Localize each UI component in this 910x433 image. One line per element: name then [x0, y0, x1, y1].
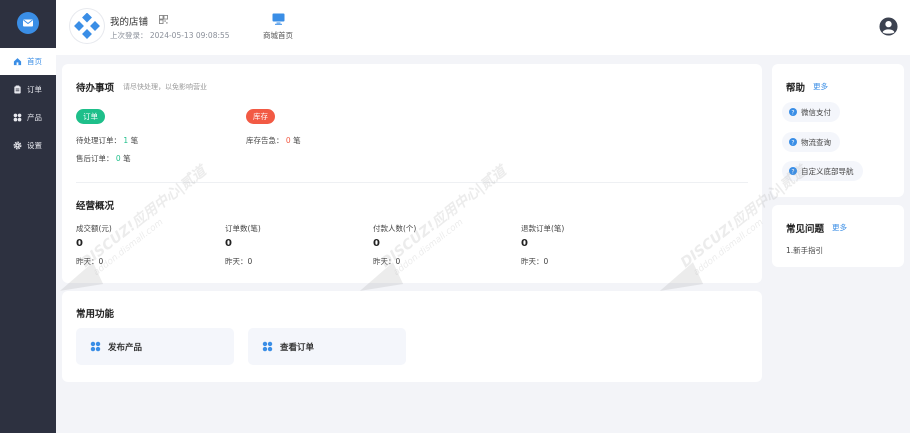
sidebar-item-home[interactable]: 首页 [0, 48, 56, 75]
home-icon [12, 57, 22, 67]
stat-value: 0 [225, 238, 232, 249]
last-login-time: 2024-05-13 09:08:55 [149, 31, 230, 40]
grid-icon [262, 341, 273, 352]
help-item-label: 物流查询 [801, 137, 831, 147]
pending-orders[interactable]: 待处理订单： 1 笔 [76, 135, 138, 146]
qr-code-icon[interactable] [159, 15, 168, 27]
sidebar-item-label: 订单 [27, 85, 42, 94]
help-title: 帮助 [786, 83, 806, 94]
todo-title: 待办事项 [76, 83, 115, 94]
sidebar-item-label: 首页 [27, 57, 42, 66]
sidebar-item-products[interactable]: 产品 [0, 104, 56, 131]
stat-value: 0 [521, 238, 528, 249]
functions-title: 常用功能 [76, 309, 115, 320]
app-logo[interactable] [17, 12, 39, 34]
stat-yesterday-label: 昨天： [521, 257, 544, 266]
view-orders-button[interactable]: 查看订单 [248, 328, 406, 365]
common-functions-card: 常用功能 发布产品 查看订单 [62, 291, 762, 382]
help-item[interactable]: ? 微信支付 [782, 102, 840, 122]
sidebar-item-label: 设置 [27, 141, 42, 150]
stat-yesterday: 昨天：0 [76, 256, 103, 267]
stat-yesterday: 昨天：0 [373, 256, 400, 267]
aftersale-value: 0 [115, 154, 121, 163]
pending-value: 1 [123, 136, 129, 145]
overview-title: 经营概况 [76, 201, 115, 212]
stat-yesterday-value: 0 [395, 257, 401, 266]
question-icon: ? [789, 167, 797, 175]
store-home-label: 商城首页 [263, 31, 293, 40]
section-divider [76, 182, 748, 183]
aftersale-orders[interactable]: 售后订单： 0 笔 [76, 153, 131, 164]
help-card: 帮助 更多 ? 微信支付 ? 物流查询 ? 自定义底部导航 [772, 64, 904, 197]
stat-yesterday-label: 昨天： [225, 257, 248, 266]
sidebar-item-settings[interactable]: 设置 [0, 132, 56, 159]
clipboard-icon [12, 85, 22, 95]
stock-tag[interactable]: 库存 [246, 109, 275, 124]
user-avatar-icon[interactable] [879, 17, 898, 39]
faq-more-link[interactable]: 更多 [832, 222, 847, 233]
stock-unit: 笔 [293, 136, 301, 145]
faq-item[interactable]: 1.新手指引 [786, 245, 823, 256]
svg-text:?: ? [791, 168, 794, 175]
help-item-label: 微信支付 [801, 107, 831, 117]
monitor-icon [256, 13, 300, 27]
stat-label: 退款订单(笔) [521, 224, 565, 233]
stock-value: 0 [285, 136, 291, 145]
stat-yesterday-value: 0 [98, 257, 104, 266]
faq-card: 常见问题 更多 1.新手指引 [772, 205, 904, 267]
sidebar-item-label: 产品 [27, 113, 42, 122]
sidebar-item-orders[interactable]: 订单 [0, 76, 56, 103]
last-login: 上次登录： 2024-05-13 09:08:55 [110, 30, 230, 41]
stat-label: 成交额(元) [76, 224, 112, 233]
svg-text:?: ? [791, 109, 794, 116]
help-item[interactable]: ? 自定义底部导航 [782, 161, 863, 181]
aftersale-label: 售后订单： [76, 154, 114, 163]
top-header: 我的店铺 上次登录： 2024-05-13 09:08:55 商城首页 [56, 0, 910, 55]
pending-label: 待处理订单： [76, 136, 121, 145]
stat-value: 0 [76, 238, 83, 249]
help-item-label: 自定义底部导航 [801, 166, 854, 176]
shop-name: 我的店铺 [110, 17, 149, 28]
grid-icon [12, 113, 22, 123]
stat-yesterday-label: 昨天： [76, 257, 99, 266]
stat-yesterday: 昨天：0 [521, 256, 548, 267]
svg-text:?: ? [791, 139, 794, 146]
last-login-label: 上次登录： [110, 31, 148, 40]
question-icon: ? [789, 108, 797, 116]
aftersale-unit: 笔 [123, 154, 131, 163]
help-more-link[interactable]: 更多 [813, 81, 828, 92]
store-home-link[interactable]: 商城首页 [256, 13, 300, 41]
stock-label: 库存告急： [246, 136, 284, 145]
stat-yesterday-label: 昨天： [373, 257, 396, 266]
stock-alert[interactable]: 库存告急： 0 笔 [246, 135, 301, 146]
question-icon: ? [789, 138, 797, 146]
shop-logo-icon [74, 13, 100, 39]
todo-hint: 请尽快处理，以免影响营业 [123, 83, 207, 91]
faq-title: 常见问题 [786, 224, 825, 235]
publish-product-label: 发布产品 [108, 342, 143, 353]
stat-label: 付款人数(个) [373, 224, 417, 233]
stat-label: 订单数(笔) [225, 224, 261, 233]
stat-yesterday-value: 0 [543, 257, 549, 266]
sidebar: 首页 订单 产品 设置 [0, 0, 56, 433]
mail-icon [23, 19, 33, 27]
stat-yesterday: 昨天：0 [225, 256, 252, 267]
order-tag[interactable]: 订单 [76, 109, 105, 124]
publish-product-button[interactable]: 发布产品 [76, 328, 234, 365]
help-item[interactable]: ? 物流查询 [782, 132, 840, 152]
stat-yesterday-value: 0 [247, 257, 253, 266]
shop-avatar[interactable] [70, 9, 104, 43]
dashboard-main-card: 待办事项 请尽快处理，以免影响营业 订单 库存 待处理订单： 1 笔 售后订单：… [62, 64, 762, 283]
gear-icon [12, 141, 22, 151]
view-orders-label: 查看订单 [280, 342, 315, 353]
stat-value: 0 [373, 238, 380, 249]
pending-unit: 笔 [130, 136, 139, 145]
grid-icon [90, 341, 101, 352]
